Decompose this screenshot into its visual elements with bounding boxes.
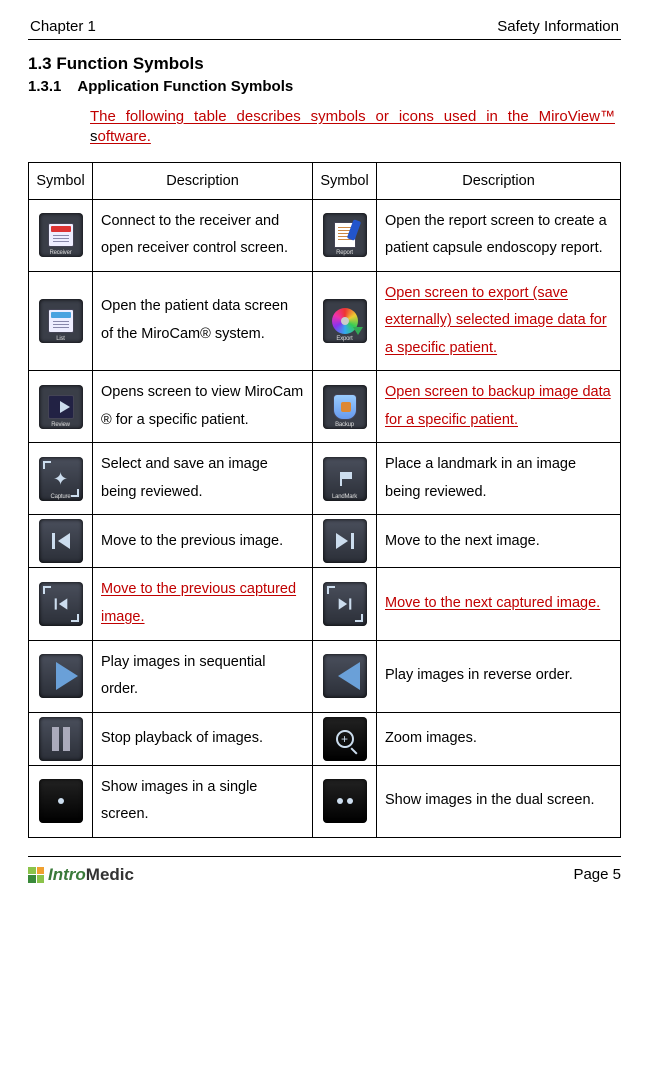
- desc-cell: Open the patient data screen of the Miro…: [93, 271, 313, 371]
- subsection-title: Application Function Symbols: [77, 78, 293, 95]
- brand-logo: IntroMedic: [28, 865, 134, 885]
- desc-cell: Open the report screen to create a patie…: [377, 199, 621, 271]
- table-row: Move to the previous captured image. Mov…: [29, 568, 621, 640]
- intro-paragraph: The following table describes symbols or…: [90, 107, 615, 148]
- zoom-icon: [323, 717, 367, 761]
- next-captured-icon: [323, 582, 367, 626]
- col-symbol-2: Symbol: [313, 162, 377, 199]
- subsection-number: 1.3.1: [28, 78, 61, 95]
- play-forward-icon: [39, 654, 83, 698]
- table-row: Review Opens screen to view MiroCam ® fo…: [29, 371, 621, 443]
- page-footer: IntroMedic Page 5: [28, 865, 621, 885]
- col-description: Description: [93, 162, 313, 199]
- desc-cell: Play images in reverse order.: [377, 640, 621, 712]
- symbol-table-wrap: Symbol Description Symbol Description Re…: [28, 162, 621, 838]
- table-row: List Open the patient data screen of the…: [29, 271, 621, 371]
- page-number: Page 5: [573, 866, 621, 883]
- desc-cell: Opens screen to view MiroCam ® for a spe…: [93, 371, 313, 443]
- desc-cell: Zoom images.: [377, 712, 621, 765]
- desc-cell: Show images in the dual screen.: [377, 765, 621, 837]
- list-icon: List: [39, 299, 83, 343]
- table-row: Receiver Connect to the receiver and ope…: [29, 199, 621, 271]
- play-reverse-icon: [323, 654, 367, 698]
- landmark-icon: LandMark: [323, 457, 367, 501]
- backup-icon: Backup: [323, 385, 367, 429]
- next-image-icon: [323, 519, 367, 563]
- footer-rule: [28, 856, 621, 857]
- table-header-row: Symbol Description Symbol Description: [29, 162, 621, 199]
- prev-image-icon: [39, 519, 83, 563]
- receiver-icon: Receiver: [39, 213, 83, 257]
- desc-cell: Connect to the receiver and open receive…: [93, 199, 313, 271]
- desc-cell: Stop playback of images.: [93, 712, 313, 765]
- prev-captured-icon: [39, 582, 83, 626]
- col-symbol: Symbol: [29, 162, 93, 199]
- desc-cell: Move to the next image.: [377, 515, 621, 568]
- report-icon: Report: [323, 213, 367, 257]
- page-header: Chapter 1 Safety Information: [28, 18, 621, 39]
- logo-mark-icon: [28, 867, 44, 883]
- chapter-label: Chapter 1: [30, 18, 96, 35]
- desc-cell: Move to the previous captured image.: [93, 568, 313, 640]
- table-row: Show images in a single screen. Show ima…: [29, 765, 621, 837]
- review-icon: Review: [39, 385, 83, 429]
- symbol-table: Symbol Description Symbol Description Re…: [28, 162, 621, 838]
- table-row: Move to the previous image. Move to the …: [29, 515, 621, 568]
- export-icon: Export: [323, 299, 367, 343]
- desc-cell: Play images in sequential order.: [93, 640, 313, 712]
- desc-cell: Open screen to backup image data for a s…: [377, 371, 621, 443]
- section-heading: 1.3 Function Symbols: [28, 54, 621, 74]
- capture-icon: ✦ Capture: [39, 457, 83, 501]
- table-row: Stop playback of images. Zoom images.: [29, 712, 621, 765]
- single-screen-icon: [39, 779, 83, 823]
- pause-icon: [39, 717, 83, 761]
- table-row: ✦ Capture Select and save an image being…: [29, 443, 621, 515]
- header-rule: [28, 39, 621, 40]
- desc-cell: Move to the previous image.: [93, 515, 313, 568]
- desc-cell: Open screen to export (save externally) …: [377, 271, 621, 371]
- desc-cell: Place a landmark in an image being revie…: [377, 443, 621, 515]
- col-description-2: Description: [377, 162, 621, 199]
- desc-cell: Move to the next captured image.: [377, 568, 621, 640]
- subsection-heading: 1.3.1 Application Function Symbols: [28, 78, 621, 95]
- dual-screen-icon: [323, 779, 367, 823]
- header-title: Safety Information: [497, 18, 619, 35]
- desc-cell: Show images in a single screen.: [93, 765, 313, 837]
- table-row: Play images in sequential order. Play im…: [29, 640, 621, 712]
- desc-cell: Select and save an image being reviewed.: [93, 443, 313, 515]
